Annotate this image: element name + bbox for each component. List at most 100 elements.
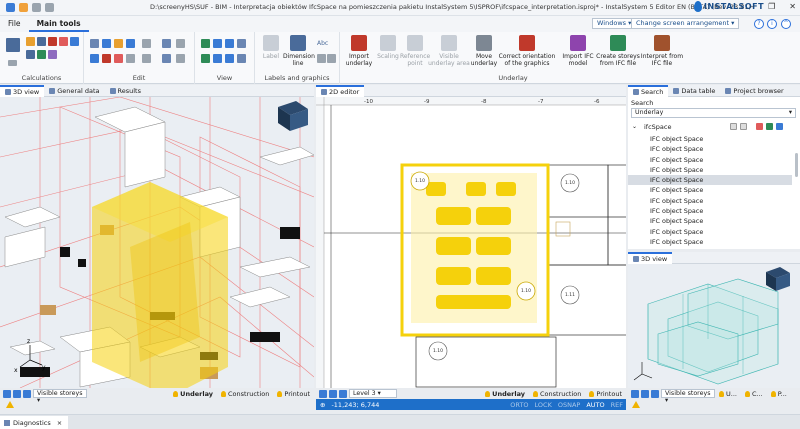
delete-icon[interactable] [102, 54, 111, 63]
maximize-button[interactable]: ❐ [768, 2, 775, 11]
arrow-down-icon[interactable] [13, 389, 21, 398]
printout-toggle[interactable]: Printout [273, 390, 314, 398]
visible-storeys-dropdown[interactable]: Visible storeys ▾ [33, 389, 87, 404]
mini-printout-toggle[interactable]: P... [767, 390, 791, 398]
save-icon[interactable] [6, 3, 15, 12]
change-screen-arrangement-button[interactable]: Change screen arrangement ▾ [631, 18, 740, 29]
group-icon[interactable] [142, 54, 151, 63]
windows-button[interactable]: Windows ▾ [592, 18, 637, 29]
menu-main-tools[interactable]: Main tools [28, 16, 89, 32]
auto-toggle[interactable]: AUTO [583, 401, 607, 409]
viewport-3d[interactable]: z y x [0, 97, 314, 388]
construction-toggle[interactable]: Construction [529, 390, 585, 398]
import-ifc-model-button[interactable]: Import IFC model [562, 35, 594, 67]
zoom-previous-icon[interactable] [213, 54, 222, 63]
collapse-all-icon[interactable] [730, 123, 737, 130]
grid-icon[interactable] [26, 50, 35, 59]
import-underlay-button[interactable]: Import underlay [342, 35, 376, 67]
expand-icon[interactable]: ⌄ [632, 123, 637, 130]
rotate-icon[interactable] [126, 39, 135, 48]
filter-icon[interactable] [756, 123, 763, 130]
report-icon[interactable] [48, 50, 57, 59]
underlay-toggle[interactable]: Underlay [169, 390, 217, 398]
zoom-extents-icon[interactable] [213, 39, 222, 48]
list-item[interactable]: IFC object Space [628, 134, 792, 144]
underlay-toggle[interactable]: Underlay [481, 390, 529, 398]
zoom-to-icon[interactable] [776, 123, 783, 130]
stop-icon[interactable] [48, 37, 57, 46]
reference-point-button[interactable]: Reference point [400, 35, 430, 67]
folder-icon[interactable] [26, 37, 35, 46]
arrow-up-icon[interactable] [631, 389, 639, 398]
list-item[interactable]: IFC object Space [628, 185, 792, 195]
printout-toggle[interactable]: Printout [585, 390, 626, 398]
list-scrollbar[interactable] [795, 153, 798, 177]
zoom-window-icon[interactable] [225, 39, 234, 48]
pan-icon[interactable] [237, 39, 246, 48]
osnap-toggle[interactable]: OSNAP [555, 401, 583, 409]
info-icon[interactable]: i [767, 19, 777, 29]
shape-icon[interactable] [327, 54, 336, 63]
layers-icon[interactable] [339, 389, 347, 398]
warning-icon[interactable] [632, 401, 640, 408]
correct-orientation-button[interactable]: Correct orientation of the graphics [498, 35, 556, 67]
zoom-selection-icon[interactable] [225, 54, 234, 63]
list-item[interactable]: IFC object Space [628, 237, 792, 247]
tab-mini-3d-view[interactable]: 3D view [628, 251, 673, 264]
list-item[interactable]: IFC object Space [628, 144, 792, 154]
copy-icon[interactable] [90, 39, 99, 48]
mini-3d-viewport[interactable] [628, 264, 800, 388]
list-item[interactable]: IFC object Space [628, 206, 792, 216]
list-item[interactable]: IFC object Space [628, 155, 792, 165]
chevron-down-icon[interactable] [8, 60, 17, 66]
select-all-icon[interactable] [766, 123, 773, 130]
lock-toggle[interactable]: LOCK [532, 401, 555, 409]
mini-underlay-toggle[interactable]: U... [715, 390, 741, 398]
layers-icon[interactable] [23, 389, 31, 398]
diagnostics-tab[interactable]: Diagnostics × [0, 416, 69, 429]
layers-icon[interactable] [651, 389, 659, 398]
mini-construction-toggle[interactable]: C... [741, 390, 767, 398]
mini-view-cube[interactable] [766, 267, 790, 291]
align-icon[interactable] [162, 39, 171, 48]
help-circle-icon[interactable] [70, 37, 79, 46]
mini-visible-storeys-dropdown[interactable]: Visible storeys ▾ [661, 389, 715, 404]
hatch-icon[interactable] [317, 54, 326, 63]
tab-general-data[interactable]: General data [44, 85, 104, 97]
close-icon[interactable]: × [57, 419, 62, 427]
tab-data-table[interactable]: Data table [668, 85, 720, 97]
mirror-icon[interactable] [126, 54, 135, 63]
arrow-up-icon[interactable] [3, 389, 11, 398]
check-icon[interactable] [37, 50, 46, 59]
create-storeys-button[interactable]: Create storeys from IFC file [596, 35, 640, 67]
close-button[interactable]: ✕ [789, 2, 796, 11]
label-button[interactable]: Label [259, 35, 283, 60]
refresh-view-icon[interactable] [237, 54, 246, 63]
view-cube[interactable] [278, 101, 308, 131]
move-underlay-button[interactable]: Move underlay [468, 35, 500, 67]
tab-3d-view[interactable]: 3D view [0, 84, 45, 97]
distribute-icon[interactable] [162, 54, 171, 63]
ref-toggle[interactable]: REF [608, 401, 626, 409]
expand-all-icon[interactable] [740, 123, 747, 130]
table-icon[interactable] [37, 37, 46, 46]
undo-icon[interactable] [32, 3, 41, 12]
list-item-selected[interactable]: IFC object Space [628, 175, 792, 186]
open-icon[interactable] [19, 3, 28, 12]
tab-project-browser[interactable]: Project browser [720, 85, 788, 97]
calculator-icon[interactable] [6, 38, 20, 52]
interpret-ifc-button[interactable]: Interpret from IFC file [640, 35, 684, 67]
text-style-button[interactable]: Abc [317, 40, 328, 47]
tab-results[interactable]: Results [105, 85, 146, 97]
flame-icon[interactable] [59, 37, 68, 46]
visible-underlay-area-button[interactable]: Visible underlay area [428, 35, 470, 67]
arrow-up-icon[interactable] [319, 389, 327, 398]
zoom-out-icon[interactable] [201, 54, 210, 63]
properties-icon[interactable] [142, 39, 151, 48]
list-item[interactable]: IFC object Space [628, 196, 792, 206]
arrange-icon[interactable] [176, 54, 185, 63]
tree-root-row[interactable]: ⌄ ifcSpace [628, 121, 800, 133]
zoom-in-icon[interactable] [201, 39, 210, 48]
cut-icon[interactable] [114, 54, 123, 63]
list-item[interactable]: IFC object Space [628, 216, 792, 226]
